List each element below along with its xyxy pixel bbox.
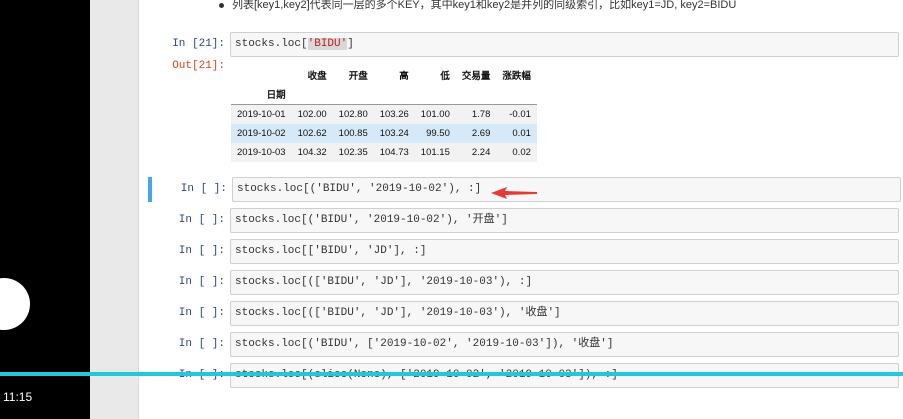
markdown-text: 列表[key1,key2]代表同一层的多个KEY，其中key1和key2是并列的… (232, 0, 737, 11)
red-arrow-annotation (491, 187, 537, 199)
cell-value: 104.32 (297, 147, 327, 158)
row-date: 2019-10-02 (237, 128, 286, 139)
column-header: 交易量 (461, 71, 491, 82)
input-prompt: In [ ]: (178, 245, 225, 257)
index-name: 日期 (266, 90, 286, 101)
code-cell[interactable]: In [ ]: stocks.loc[(['BIDU', 'JD'], '201… (150, 270, 899, 295)
code-cell-21[interactable]: In [21]: stocks.loc['BIDU'] (150, 32, 899, 57)
cell-value: 99.50 (426, 128, 450, 139)
column-header: 涨跌幅 (502, 71, 531, 82)
video-progress-bar[interactable] (0, 372, 903, 376)
output-prompt: Out[21]: (172, 60, 225, 72)
dataframe-output: 收盘 开盘 高 低 交易量 涨跌幅 日期 2019-10-01 102.00 1… (231, 66, 537, 162)
cell-value: 1.78 (471, 109, 491, 120)
column-header: 收盘 (307, 71, 327, 82)
cell-value: 102.80 (338, 109, 368, 120)
cell-value: 100.85 (338, 128, 368, 139)
cell-value: -0.01 (509, 109, 531, 120)
input-prompt: In [ ]: (178, 338, 225, 350)
row-date: 2019-10-01 (237, 109, 286, 120)
cell-value: 102.00 (297, 109, 327, 120)
table-row: 2019-10-02 102.62 100.85 103.24 99.50 2.… (231, 124, 537, 143)
cell-value: 101.00 (420, 109, 450, 120)
code-input[interactable]: stocks.loc['BIDU'] (230, 32, 899, 57)
code-input[interactable]: stocks.loc[['BIDU', 'JD'], :] (230, 239, 899, 264)
input-prompt: In [ ]: (178, 276, 225, 288)
cell-value: 101.15 (420, 147, 450, 158)
table-row: 2019-10-03 104.32 102.35 104.73 101.15 2… (231, 143, 537, 162)
code-cell[interactable]: In [ ]: stocks.loc[(['BIDU', 'JD'], '201… (150, 301, 899, 326)
code-input[interactable]: stocks.loc[(['BIDU', 'JD'], '2019-10-03'… (230, 270, 899, 295)
cell-value: 103.26 (379, 109, 409, 120)
video-left-bar (0, 0, 90, 419)
cell-value: 103.24 (379, 128, 409, 139)
input-prompt: In [ ]: (178, 214, 225, 226)
table-row: 2019-10-01 102.00 102.80 103.26 101.00 1… (231, 104, 537, 124)
code-cell[interactable]: In [ ]: stocks.loc[['BIDU', 'JD'], :] (150, 239, 899, 264)
code-input[interactable]: stocks.loc[('BIDU', '2019-10-02'), '开盘'] (230, 208, 899, 233)
code-cell[interactable]: In [ ]: stocks.loc[('BIDU', ['2019-10-02… (150, 332, 899, 357)
cell-value: 104.73 (379, 147, 409, 158)
input-prompt: In [21]: (172, 38, 225, 50)
input-prompt: In [ ]: (180, 183, 227, 195)
markdown-bullet: 列表[key1,key2]代表同一层的多个KEY，其中key1和key2是并列的… (219, 0, 736, 12)
video-time: 11:15 (3, 390, 33, 404)
notebook-container: 列表[key1,key2]代表同一层的多个KEY，其中key1和key2是并列的… (138, 0, 903, 419)
cell-value: 2.24 (471, 147, 491, 158)
cell-value: 0.01 (512, 128, 531, 139)
cell-value: 2.69 (471, 128, 491, 139)
cell-value: 102.62 (297, 128, 327, 139)
row-date: 2019-10-03 (237, 147, 286, 158)
input-prompt: In [ ]: (178, 307, 225, 319)
column-header: 高 (399, 71, 409, 82)
jupyter-page: 列表[key1,key2]代表同一层的多个KEY，其中key1和key2是并列的… (90, 0, 903, 419)
code-input[interactable]: stocks.loc[('BIDU', '2019-10-02'), :] (232, 177, 901, 202)
column-header: 低 (440, 71, 450, 82)
index-header-row: 日期 (231, 84, 537, 105)
webcam-circle (0, 278, 30, 330)
column-header: 开盘 (348, 71, 368, 82)
code-input[interactable]: stocks.loc[('BIDU', ['2019-10-02', '2019… (230, 332, 899, 357)
code-cell[interactable]: In [ ]: stocks.loc[('BIDU', '2019-10-02'… (150, 208, 899, 233)
cell-value: 0.02 (512, 147, 531, 158)
column-header-row: 收盘 开盘 高 低 交易量 涨跌幅 (231, 66, 537, 84)
cell-value: 102.35 (338, 147, 368, 158)
bullet-icon (219, 2, 224, 8)
code-input[interactable]: stocks.loc[(['BIDU', 'JD'], '2019-10-03'… (230, 301, 899, 326)
